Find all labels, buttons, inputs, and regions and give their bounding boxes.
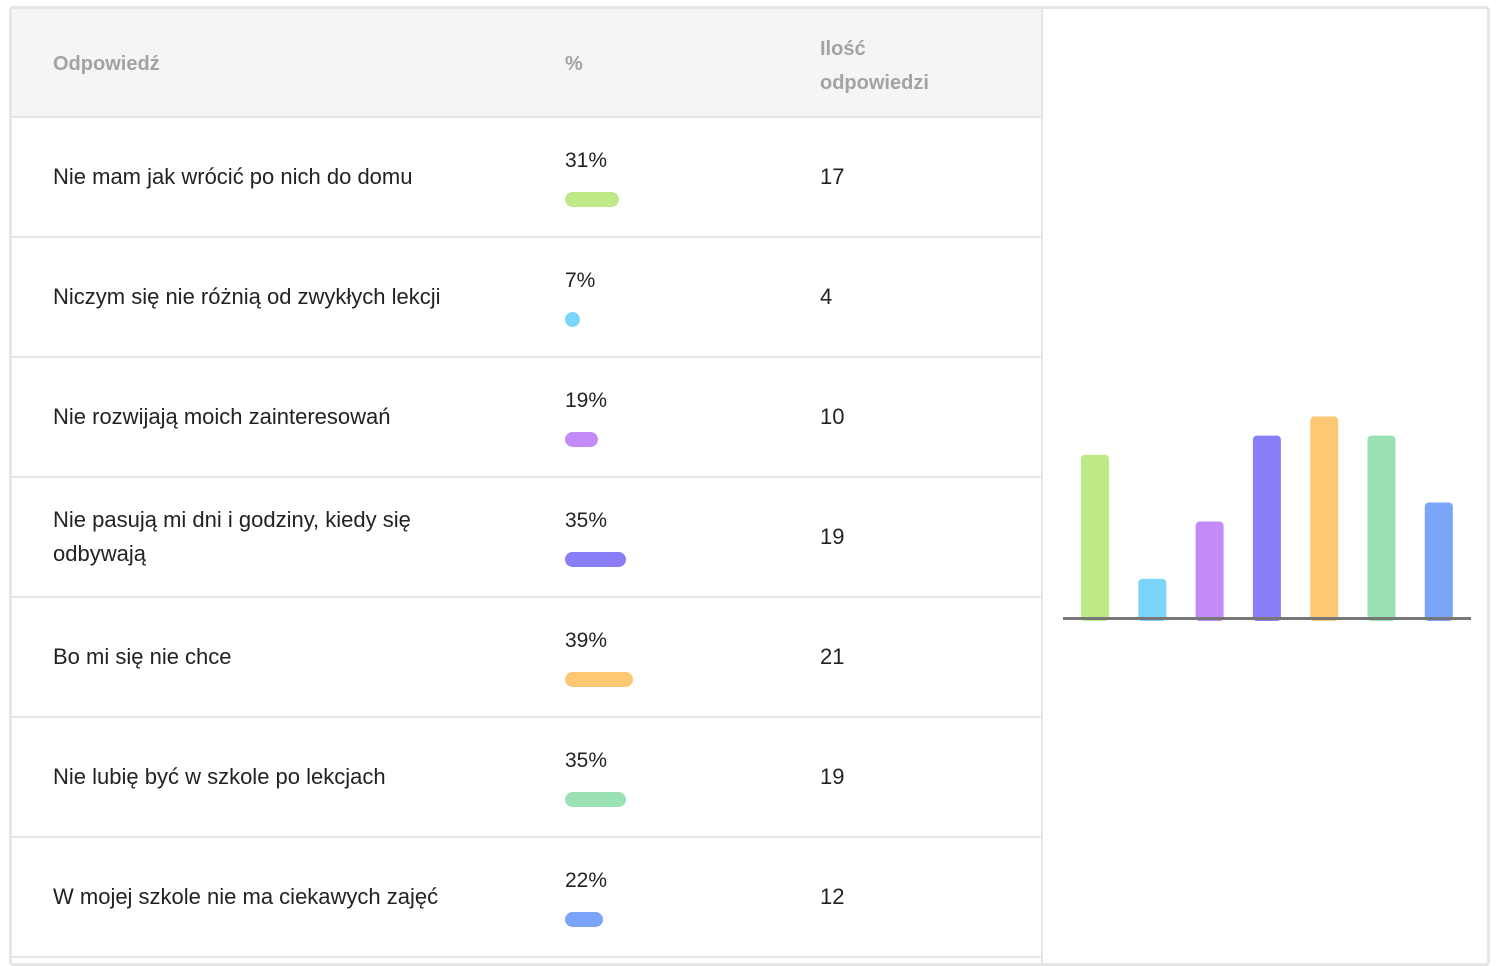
table-header: Odpowiedź % Ilość odpowiedzi (12, 9, 1041, 118)
results-card: Odpowiedź % Ilość odpowiedzi Nie mam jak… (9, 6, 1490, 966)
answer-cell: Niczym się nie różnią od zwykłych lekcji (53, 284, 441, 309)
answer-cell: Nie rozwijają moich zainteresowań (53, 404, 391, 429)
count-cell: 17 (820, 164, 845, 189)
answer-cell: W mojej szkole nie ma ciekawych zajęć (53, 884, 439, 909)
chart-bar (1252, 435, 1281, 621)
percent-bar (565, 912, 603, 927)
table-row: Nie mam jak wrócić po nich do domu 31% 17 (12, 118, 1041, 238)
percent-cell: 22% (565, 869, 608, 892)
chart-bar (1310, 416, 1339, 621)
bar-chart (1063, 416, 1471, 621)
count-cell: 12 (820, 884, 845, 909)
count-cell: 19 (820, 524, 845, 549)
count-cell: 19 (820, 764, 845, 789)
answer-cell: Nie lubię być w szkole po lekcjach (53, 764, 386, 789)
chart-bar (1424, 502, 1453, 621)
table-row: W mojej szkole nie ma ciekawych zajęć 22%… (12, 838, 1041, 958)
table-row: Niczym się nie różnią od zwykłych lekcji… (12, 238, 1041, 358)
percent-cell: 39% (565, 629, 608, 652)
count-cell: 10 (820, 404, 845, 429)
table-row: Bo mi się nie chce 39% 21 (12, 598, 1041, 718)
chart-bar (1195, 521, 1224, 621)
header-count: Ilość odpowiedzi (820, 38, 929, 94)
percent-bar (565, 552, 626, 567)
percent-cell: 31% (565, 149, 608, 172)
results-table: Odpowiedź % Ilość odpowiedzi Nie mam jak… (12, 9, 1043, 963)
percent-cell: 7% (565, 269, 596, 292)
answer-cell: Bo mi się nie chce (53, 644, 232, 669)
percent-cell: 35% (565, 509, 608, 532)
percent-bar (565, 312, 580, 327)
chart-panel (1043, 9, 1487, 963)
percent-bar (565, 792, 626, 807)
answer-cell: Nie pasują mi dni i godziny, kiedy się o… (53, 507, 411, 566)
count-cell: 21 (820, 644, 845, 669)
table-row: Nie lubię być w szkole po lekcjach 35% 19 (12, 718, 1041, 838)
answer-cell: Nie mam jak wrócić po nich do domu (53, 164, 413, 189)
header-percent: % (565, 53, 583, 75)
percent-bar (565, 432, 598, 447)
percent-cell: 35% (565, 749, 608, 772)
chart-bar (1138, 578, 1167, 621)
table-row: Nie pasują mi dni i godziny, kiedy się o… (12, 478, 1041, 598)
percent-cell: 19% (565, 389, 608, 412)
percent-bar (565, 192, 619, 207)
count-cell: 4 (820, 284, 833, 309)
table-row: Nie rozwijają moich zainteresowań 19% 10 (12, 358, 1041, 478)
percent-bar (565, 672, 633, 687)
chart-bar (1367, 435, 1396, 621)
header-answer: Odpowiedź (53, 53, 160, 75)
chart-bar (1081, 454, 1109, 621)
